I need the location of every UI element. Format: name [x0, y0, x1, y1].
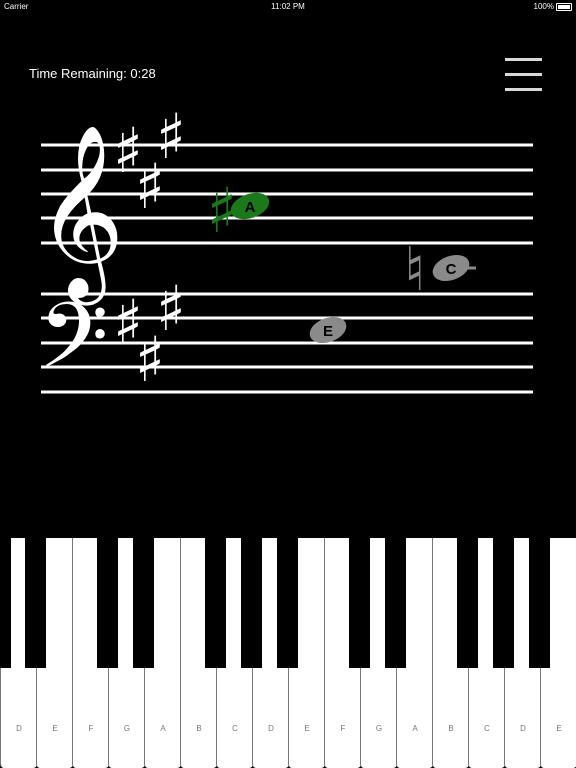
key-label: G — [375, 724, 383, 733]
piano-key-c-sharp[interactable] — [493, 538, 514, 668]
key-label: C — [232, 724, 238, 733]
key-label: D — [520, 724, 526, 733]
sharp-icon: ♯ — [156, 272, 186, 345]
piano-key-g-sharp[interactable] — [133, 538, 154, 668]
piano-key-d-sharp[interactable] — [25, 538, 46, 668]
piano-key-a-sharp[interactable] — [205, 538, 226, 668]
piano-key-a-sharp[interactable] — [457, 538, 478, 668]
treble-clef-icon: 𝄞 — [36, 124, 125, 306]
piano-key-c-sharp[interactable] — [241, 538, 262, 668]
key-label: A — [160, 724, 166, 733]
key-label: D — [268, 724, 274, 733]
piano-keyboard: DEFGABCDEFGABCDE — [0, 538, 576, 768]
key-label: B — [448, 724, 454, 733]
key-label: F — [88, 724, 94, 733]
natural-icon: ♮ — [404, 235, 425, 305]
key-label: D — [16, 724, 22, 733]
piano-key-d-sharp[interactable] — [277, 538, 298, 668]
key-label: E — [556, 724, 562, 733]
bass-key-signature: ♯ ♯ ♯ — [113, 272, 186, 396]
key-label: F — [340, 724, 346, 733]
key-label: B — [196, 724, 202, 733]
piano-key-f-sharp[interactable] — [97, 538, 118, 668]
note-label: C — [446, 261, 457, 278]
piano-key-c-sharp[interactable] — [0, 538, 11, 668]
note-label: E — [323, 323, 333, 340]
sharp-icon: ♯ — [156, 100, 186, 173]
bass-clef-icon: 𝄢 — [38, 283, 109, 411]
piano-key-d-sharp[interactable] — [529, 538, 550, 668]
note-a-sharp: ♯ A — [207, 174, 270, 247]
piano-key-f-sharp[interactable] — [349, 538, 370, 668]
note-label: A — [245, 199, 256, 216]
key-label: A — [412, 724, 418, 733]
key-label: E — [52, 724, 58, 733]
key-label: G — [123, 724, 131, 733]
key-label: C — [484, 724, 490, 733]
music-staff: 𝄞 𝄢 ♯ ♯ ♯ ♯ ♯ ♯ ♯ A ♮ C E — [36, 100, 533, 411]
piano-key-g-sharp[interactable] — [385, 538, 406, 668]
key-label: E — [304, 724, 310, 733]
